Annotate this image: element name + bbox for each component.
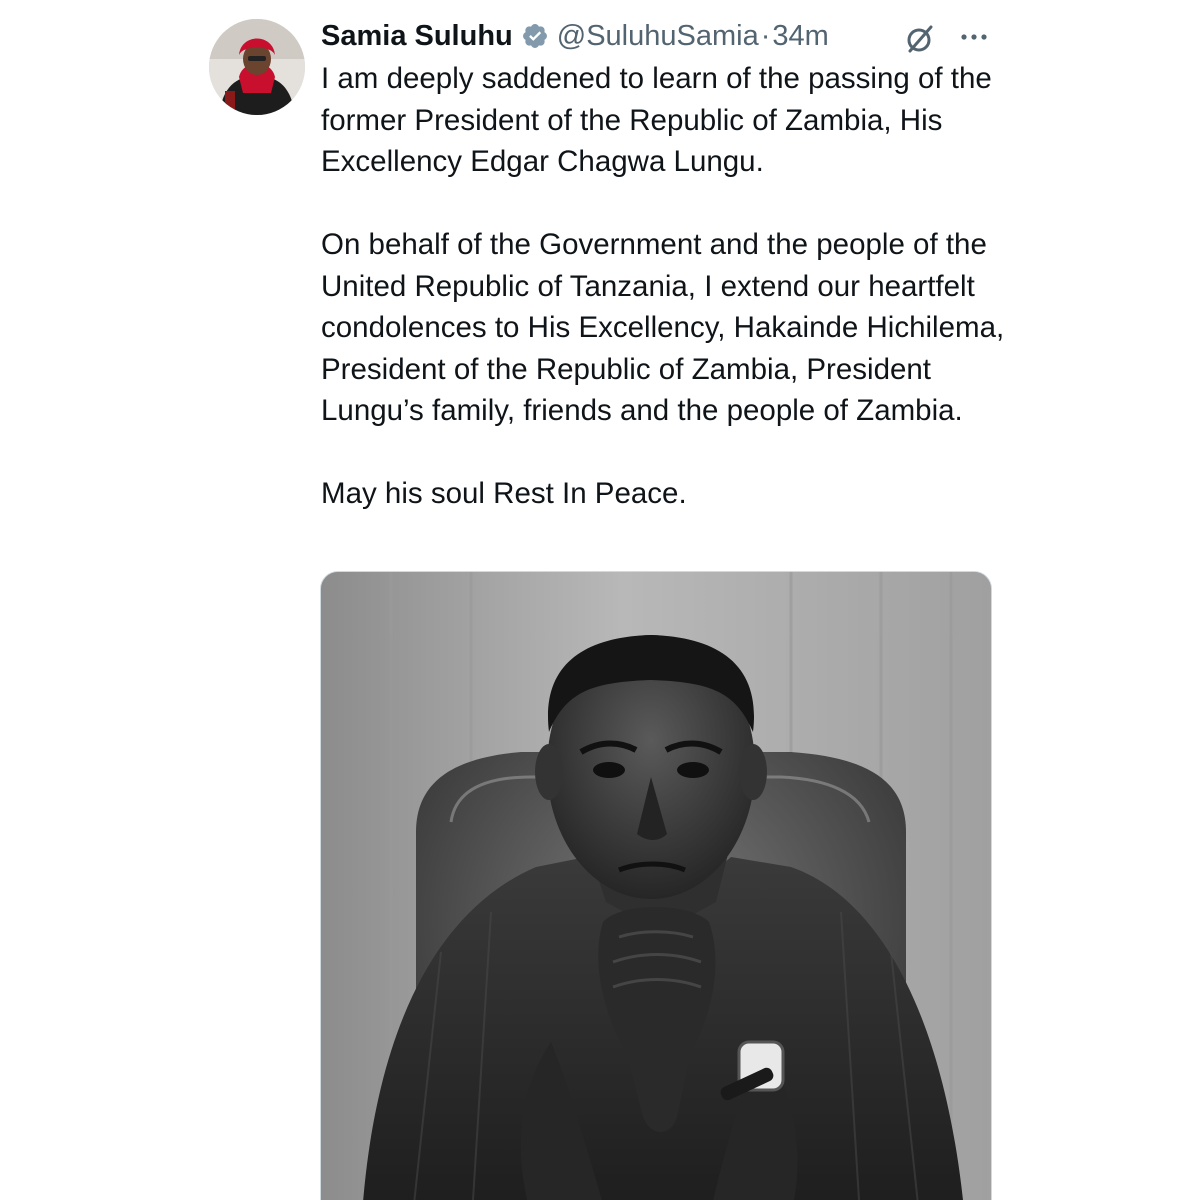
tweet-paragraph: I am deeply saddened to learn of the pas… <box>321 62 992 178</box>
tweet-text: I am deeply saddened to learn of the pas… <box>321 58 1011 556</box>
separator-dot: · <box>760 19 771 52</box>
more-icon[interactable] <box>957 22 991 52</box>
timestamp[interactable]: 34m <box>772 20 828 53</box>
avatar-image <box>209 19 305 115</box>
portrait-photo <box>321 572 991 1200</box>
tweet[interactable]: Samia Suluhu @SuluhuSamia · 34m I am dee… <box>0 0 1200 1200</box>
avatar[interactable] <box>209 19 305 115</box>
tweet-paragraph: On behalf of the Government and the peop… <box>321 228 1005 427</box>
tweet-header: Samia Suluhu @SuluhuSamia · 34m <box>321 16 829 56</box>
author-name[interactable]: Samia Suluhu <box>321 20 513 53</box>
grok-icon[interactable] <box>903 22 937 56</box>
tweet-paragraph: May his soul Rest In Peace. <box>321 477 687 510</box>
tweet-photo[interactable] <box>320 571 992 1200</box>
author-handle[interactable]: @SuluhuSamia <box>557 20 759 53</box>
verified-badge-icon <box>522 24 547 48</box>
